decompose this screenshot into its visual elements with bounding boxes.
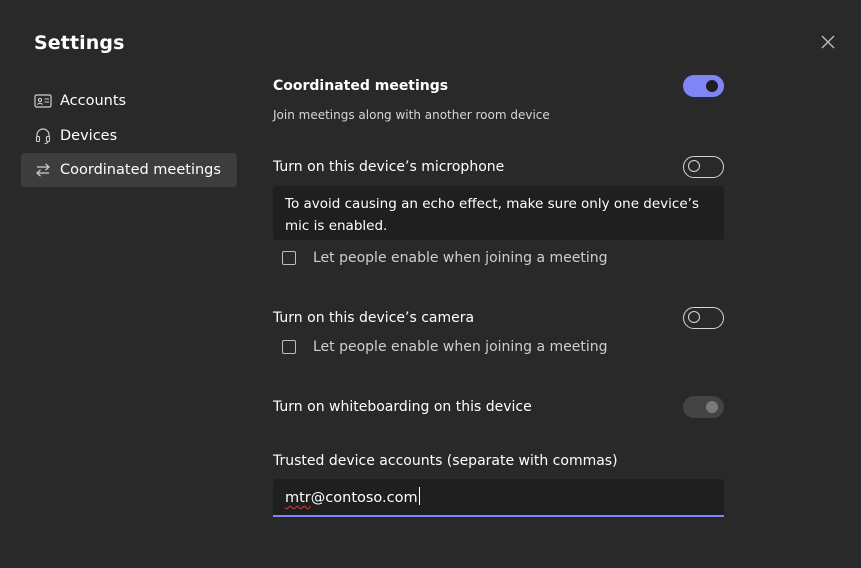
toggle-knob [688,160,700,172]
sidebar-item-label: Coordinated meetings [60,162,221,178]
close-button[interactable] [814,28,842,56]
sidebar-item-coordinated-meetings[interactable]: Coordinated meetings [21,153,237,187]
whiteboard-toggle[interactable] [683,396,724,418]
whiteboard-label: Turn on whiteboarding on this device [273,399,532,415]
close-icon [821,35,835,49]
text-caret [418,487,420,505]
microphone-toggle[interactable] [683,156,724,178]
checkbox-label: Let people enable when joining a meeting [313,250,608,266]
echo-notice: To avoid causing an echo effect, make su… [273,186,724,240]
checkbox-box [282,251,296,265]
arrows-swap-icon [34,161,52,179]
microphone-label: Turn on this device’s microphone [273,159,505,175]
camera-let-people-checkbox[interactable]: Let people enable when joining a meeting [282,339,608,355]
sidebar-item-label: Devices [60,128,118,144]
trusted-accounts-value-rest: @contoso.com [310,490,418,506]
checkbox-box [282,340,296,354]
toggle-knob [706,401,718,413]
camera-toggle[interactable] [683,307,724,329]
contact-card-icon [34,92,52,110]
page-title: Settings [34,32,125,54]
headset-icon [34,127,52,145]
microphone-let-people-checkbox[interactable]: Let people enable when joining a meeting [282,250,608,266]
toggle-knob [706,80,718,92]
trusted-accounts-value-misspelled: mtr [285,490,311,506]
checkbox-label: Let people enable when joining a meeting [313,339,608,355]
camera-label: Turn on this device’s camera [273,310,475,326]
toggle-knob [688,311,700,323]
coordinated-meetings-toggle[interactable] [683,75,724,97]
coordinated-meetings-description: Join meetings along with another room de… [273,108,550,122]
sidebar-item-label: Accounts [60,93,127,109]
sidebar-item-accounts[interactable]: Accounts [21,84,237,118]
trusted-accounts-label: Trusted device accounts (separate with c… [273,453,618,469]
coordinated-meetings-title: Coordinated meetings [273,78,449,94]
sidebar-item-devices[interactable]: Devices [21,119,237,153]
trusted-accounts-input[interactable]: mtr@contoso.com [273,479,724,517]
